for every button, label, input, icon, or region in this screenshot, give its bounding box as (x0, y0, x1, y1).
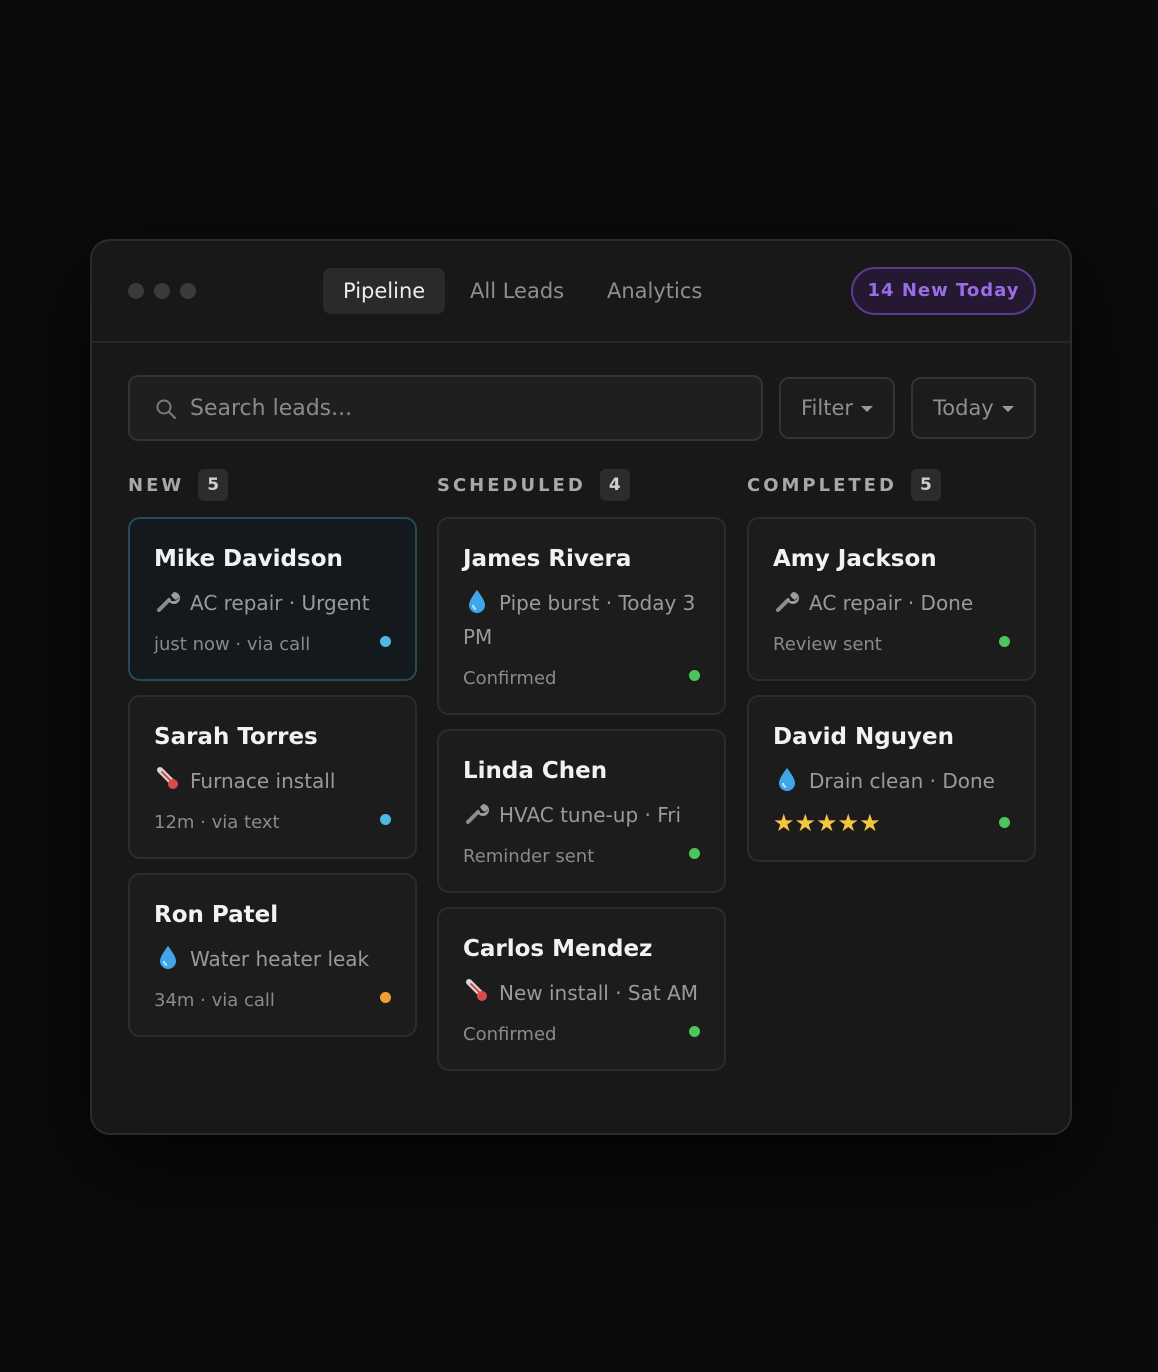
lead-card[interactable]: Mike Davidson AC repair · Urgent just no… (128, 517, 417, 681)
wrench-icon (776, 592, 799, 612)
status-dot (380, 992, 391, 1003)
lead-detail: Drain clean · Done (809, 769, 995, 793)
column-header-new: NEW 5 (128, 469, 229, 501)
column-header-scheduled: SCHEDULED 4 (437, 469, 630, 501)
lead-name: Ron Patel (154, 902, 279, 928)
lead-detail: Pipe burst · Today 3 PM (463, 591, 696, 649)
lead-card[interactable]: James Rivera Pipe burst · Today 3 PM Con… (437, 517, 726, 715)
status-dot (689, 670, 700, 681)
filter-dropdown[interactable]: Filter (779, 377, 895, 439)
lead-detail-row: New install · Sat AM (463, 976, 700, 1010)
new-today-badge: 14 New Today (851, 267, 1036, 315)
lead-detail-row: Pipe burst · Today 3 PM (463, 586, 700, 654)
rating-stars: ★★★★★ (773, 811, 1010, 838)
lead-detail-row: AC repair · Urgent (154, 586, 391, 620)
thermometer-icon (157, 767, 178, 789)
lead-detail-row: AC repair · Done (773, 586, 1010, 620)
search-box[interactable] (128, 375, 763, 441)
lead-footer: Confirmed (463, 1024, 557, 1045)
lead-detail-row: Water heater leak (154, 942, 391, 976)
lead-detail: AC repair · Urgent (190, 591, 370, 615)
title-bar: Pipeline All Leads Analytics 14 New Toda… (92, 241, 1070, 343)
wrench-icon (466, 804, 489, 824)
wrench-icon (157, 592, 180, 612)
lead-detail-row: Furnace install (154, 764, 391, 798)
tab-analytics[interactable]: Analytics (587, 268, 722, 314)
chevron-down-icon (861, 406, 874, 412)
lead-footer: just now · via call (154, 634, 311, 655)
lead-detail-row: Drain clean · Done (773, 764, 1010, 798)
status-dot (380, 814, 391, 825)
lead-card[interactable]: Carlos Mendez New install · Sat AM Confi… (437, 907, 726, 1071)
lead-name: Amy Jackson (773, 546, 937, 572)
window-maximize-dot[interactable] (180, 283, 196, 299)
lead-name: Carlos Mendez (463, 936, 653, 962)
chevron-down-icon (1001, 406, 1014, 412)
lead-card[interactable]: David Nguyen Drain clean · Done ★★★★★ (747, 695, 1036, 862)
tab-all-leads[interactable]: All Leads (450, 268, 584, 314)
column-header-completed: COMPLETED 5 (747, 469, 941, 501)
tab-pipeline[interactable]: Pipeline (323, 268, 446, 314)
date-range-label: Today (933, 396, 994, 420)
droplet-icon (779, 768, 795, 791)
status-dot (689, 848, 700, 859)
lead-footer: Confirmed (463, 668, 557, 689)
lead-name: James Rivera (463, 546, 632, 572)
lead-footer: Reminder sent (463, 846, 595, 867)
window-close-dot[interactable] (128, 283, 144, 299)
droplet-icon (160, 946, 176, 969)
column-completed: Amy Jackson AC repair · Done Review sent… (747, 517, 1036, 876)
star-rating: ★★★★★ (773, 809, 881, 837)
lead-footer: 34m · via call (154, 990, 275, 1011)
lead-card[interactable]: Sarah Torres Furnace install 12m · via t… (128, 695, 417, 859)
lead-detail: Furnace install (190, 769, 336, 793)
lead-detail: Water heater leak (190, 947, 370, 971)
filter-label: Filter (801, 396, 854, 420)
window-minimize-dot[interactable] (154, 283, 170, 299)
search-icon (156, 399, 176, 419)
lead-detail-row: HVAC tune-up · Fri (463, 798, 700, 832)
column-title: COMPLETED (747, 474, 897, 496)
lead-detail: AC repair · Done (809, 591, 974, 615)
column-new: Mike Davidson AC repair · Urgent just no… (128, 517, 417, 1051)
column-count-badge: 4 (599, 469, 630, 501)
column-count-badge: 5 (910, 469, 941, 501)
lead-detail: HVAC tune-up · Fri (499, 803, 682, 827)
lead-name: Sarah Torres (154, 724, 318, 750)
lead-card[interactable]: Linda Chen HVAC tune-up · Fri Reminder s… (437, 729, 726, 893)
lead-name: David Nguyen (773, 724, 955, 750)
lead-footer: 12m · via text (154, 812, 280, 833)
thermometer-icon (466, 979, 487, 1001)
column-count-badge: 5 (198, 469, 229, 501)
search-input[interactable] (190, 377, 750, 439)
lead-card[interactable]: Amy Jackson AC repair · Done Review sent (747, 517, 1036, 681)
status-dot (999, 636, 1010, 647)
lead-card[interactable]: Ron Patel Water heater leak 34m · via ca… (128, 873, 417, 1037)
column-scheduled: James Rivera Pipe burst · Today 3 PM Con… (437, 517, 726, 1085)
lead-footer: Review sent (773, 634, 882, 655)
date-range-dropdown[interactable]: Today (911, 377, 1036, 439)
lead-name: Mike Davidson (154, 546, 343, 572)
status-dot (999, 817, 1010, 828)
column-title: NEW (128, 474, 185, 496)
lead-detail: New install · Sat AM (499, 981, 699, 1005)
droplet-icon (469, 590, 485, 613)
column-title: SCHEDULED (437, 474, 586, 496)
lead-name: Linda Chen (463, 758, 608, 784)
app-window: Pipeline All Leads Analytics 14 New Toda… (90, 239, 1072, 1135)
status-dot (689, 1026, 700, 1037)
status-dot (380, 636, 391, 647)
